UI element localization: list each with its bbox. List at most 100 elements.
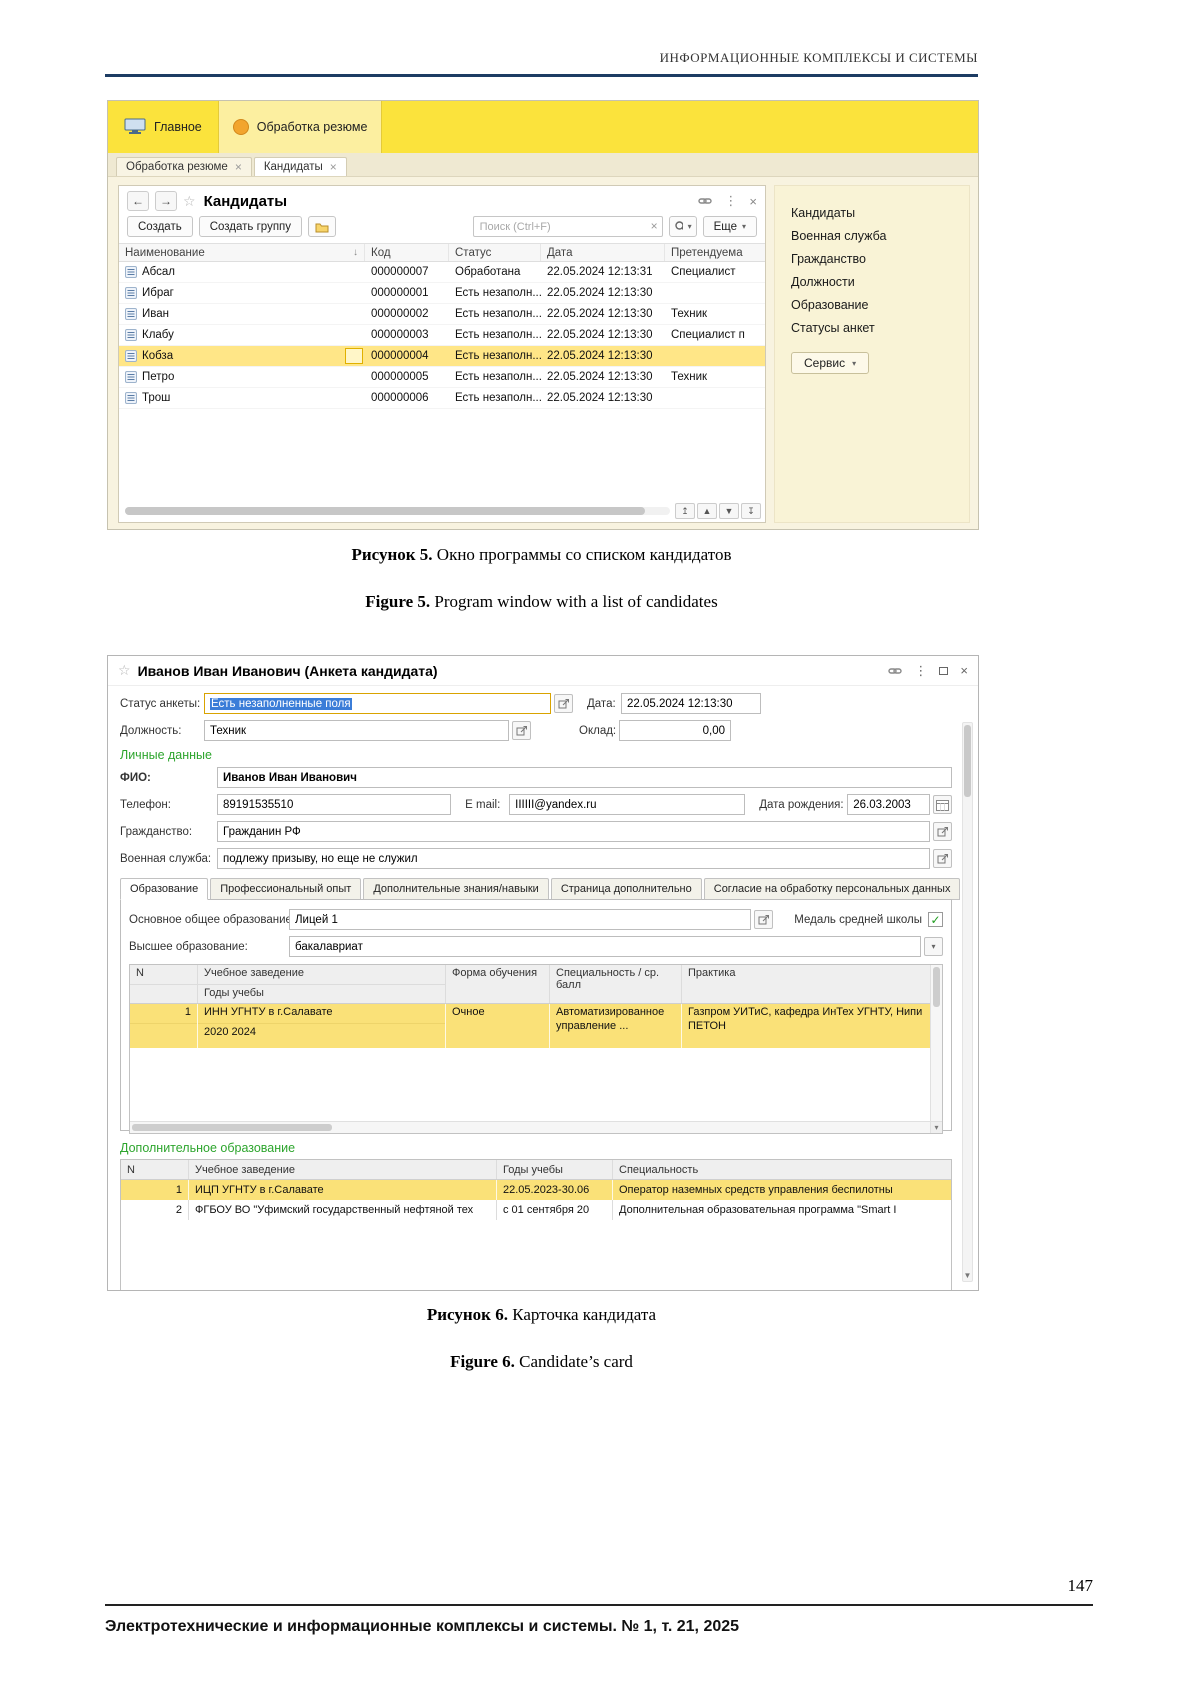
catalog-item-icon bbox=[125, 329, 137, 341]
list-settings-button[interactable] bbox=[308, 216, 336, 237]
favorite-star-icon[interactable]: ☆ bbox=[183, 193, 196, 210]
sidebar-item-education[interactable]: Образование bbox=[775, 298, 969, 312]
go-top-button[interactable]: ↥ bbox=[675, 503, 695, 519]
cell-name-text: Трош bbox=[142, 392, 170, 404]
education-row[interactable]: 1 ИНН УГНТУ в г.Салавате 2020 2024 Очное… bbox=[130, 1004, 930, 1048]
scrollbar-thumb[interactable] bbox=[964, 725, 971, 797]
table-row[interactable]: Трош 000000006 Есть незаполн... 22.05.20… bbox=[119, 388, 765, 409]
service-label: Сервис bbox=[804, 356, 845, 370]
table-header[interactable]: Наименование↓ Код Статус Дата Претендуем… bbox=[119, 243, 765, 262]
sidebar-item-citizenship[interactable]: Гражданство bbox=[775, 252, 969, 266]
position-field[interactable]: Техник bbox=[204, 720, 509, 741]
scroll-corner-icon[interactable]: ▾ bbox=[930, 1121, 942, 1133]
scrollbar-thumb[interactable] bbox=[132, 1124, 332, 1131]
search-input[interactable] bbox=[473, 216, 663, 237]
open-status-button[interactable] bbox=[554, 694, 573, 713]
table-horizontal-scrollbar[interactable] bbox=[130, 1121, 930, 1133]
close-window-icon[interactable]: × bbox=[749, 194, 757, 209]
military-label: Военная служба: bbox=[120, 853, 217, 865]
table-row[interactable]: Абсал 000000007 Обработана 22.05.2024 12… bbox=[119, 262, 765, 283]
sidebar-item-military-service[interactable]: Военная служба bbox=[775, 229, 969, 243]
go-bottom-button[interactable]: ↧ bbox=[741, 503, 761, 519]
military-field[interactable]: подлежу призыву, но еще не служил bbox=[217, 848, 930, 869]
more-button[interactable]: Еще ▾ bbox=[703, 216, 757, 237]
table-row[interactable]: Иван 000000002 Есть незаполн... 22.05.20… bbox=[119, 304, 765, 325]
tab-education[interactable]: Образование bbox=[120, 878, 208, 900]
scrollbar-thumb[interactable] bbox=[125, 507, 645, 515]
tab-resume-processing[interactable]: Обработка резюме × bbox=[116, 157, 252, 176]
table-vertical-scrollbar[interactable] bbox=[930, 965, 942, 1121]
email-field[interactable]: IIIIII@yandex.ru bbox=[509, 794, 745, 815]
figure5-caption-ru: Рисунок 5. Окно программы со списком кан… bbox=[105, 545, 978, 565]
tab-personal-data-consent[interactable]: Согласие на обработку персональных данны… bbox=[704, 878, 961, 900]
status-field[interactable]: Есть незаполненные поля bbox=[204, 693, 551, 714]
open-military-button[interactable] bbox=[933, 849, 952, 868]
tab-professional-experience[interactable]: Профессиональный опыт bbox=[210, 878, 361, 900]
cell-form: Очное bbox=[446, 1004, 550, 1048]
birthdate-field[interactable]: 26.03.2003 bbox=[847, 794, 930, 815]
subsystem-tab-resume-processing[interactable]: Обработка резюме bbox=[219, 101, 383, 153]
table-row[interactable]: Клабу 000000003 Есть незаполн... 22.05.2… bbox=[119, 325, 765, 346]
create-button[interactable]: Создать bbox=[127, 216, 193, 237]
tab-additional-page[interactable]: Страница дополнительно bbox=[551, 878, 702, 900]
go-up-button[interactable]: ▲ bbox=[697, 503, 717, 519]
search-button[interactable]: ▾ bbox=[669, 216, 697, 237]
more-label: Еще bbox=[714, 221, 737, 233]
back-button[interactable]: ← bbox=[127, 191, 149, 211]
medal-label: Медаль средней школы bbox=[794, 914, 922, 926]
date-field[interactable]: 22.05.2024 12:13:30 bbox=[621, 693, 761, 714]
scrollbar-thumb[interactable] bbox=[933, 967, 940, 1007]
citizenship-field[interactable]: Гражданин РФ bbox=[217, 821, 930, 842]
main-menu-item[interactable]: Главное bbox=[108, 101, 219, 153]
close-tab-icon[interactable]: × bbox=[330, 161, 337, 173]
link-icon[interactable] bbox=[888, 664, 902, 678]
horizontal-scrollbar[interactable] bbox=[125, 507, 670, 515]
favorite-star-icon[interactable]: ☆ bbox=[118, 662, 131, 679]
birthdate-label: Дата рождения: bbox=[759, 799, 847, 811]
fio-field[interactable]: Иванов Иван Иванович bbox=[217, 767, 952, 788]
sidebar-item-positions[interactable]: Должности bbox=[775, 275, 969, 289]
medal-checkbox[interactable]: ✓ bbox=[928, 912, 943, 927]
figure5-caption-en: Figure 5. Program window with a list of … bbox=[105, 592, 978, 612]
link-icon[interactable] bbox=[698, 194, 712, 208]
choose-position-button[interactable] bbox=[512, 721, 531, 740]
go-down-button[interactable]: ▼ bbox=[719, 503, 739, 519]
table-row[interactable]: Ибраг 000000001 Есть незаполн... 22.05.2… bbox=[119, 283, 765, 304]
calendar-button[interactable] bbox=[933, 795, 952, 814]
close-tab-icon[interactable]: × bbox=[235, 161, 242, 173]
scroll-down-icon[interactable]: ▼ bbox=[963, 1271, 972, 1280]
more-menu-icon[interactable]: ⋮ bbox=[914, 663, 927, 679]
table-row[interactable]: Петро 000000005 Есть незаполн... 22.05.2… bbox=[119, 367, 765, 388]
education-table-header[interactable]: N Учебное заведение Годы учебы Форма обу… bbox=[130, 965, 930, 1004]
form-vertical-scrollbar[interactable]: ▼ bbox=[962, 722, 973, 1282]
more-menu-icon[interactable]: ⋮ bbox=[724, 193, 737, 209]
table-row-selected[interactable]: Кобза 000000004 Есть незаполн... 22.05.2… bbox=[119, 346, 765, 367]
basic-education-field[interactable]: Лицей 1 bbox=[289, 909, 751, 930]
open-citizenship-button[interactable] bbox=[933, 822, 952, 841]
sidebar-item-candidates[interactable]: Кандидаты bbox=[775, 206, 969, 220]
tab-additional-skills[interactable]: Дополнительные знания/навыки bbox=[363, 878, 549, 900]
restore-window-icon[interactable] bbox=[939, 667, 948, 675]
status-label: Статус анкеты: bbox=[120, 698, 204, 710]
choose-degree-button[interactable]: ▾ bbox=[924, 937, 943, 956]
cell-institution: ИЦП УГНТУ в г.Салавате bbox=[189, 1180, 497, 1200]
additional-education-row[interactable]: 1 ИЦП УГНТУ в г.Салавате 22.05.2023-30.0… bbox=[121, 1180, 951, 1200]
additional-table-header[interactable]: N Учебное заведение Годы учебы Специальн… bbox=[121, 1160, 951, 1180]
service-button[interactable]: Сервис ▾ bbox=[791, 352, 869, 374]
tab-candidates[interactable]: Кандидаты × bbox=[254, 157, 347, 176]
open-school-button[interactable] bbox=[754, 910, 773, 929]
close-window-icon[interactable]: × bbox=[960, 663, 968, 678]
cell-name-text: Абсал bbox=[142, 266, 175, 278]
phone-field[interactable]: 89191535510 bbox=[217, 794, 451, 815]
cell-status: Есть незаполн... bbox=[449, 367, 541, 387]
clear-search-icon[interactable]: × bbox=[651, 219, 658, 233]
tab-label: Кандидаты bbox=[264, 161, 323, 173]
create-group-button[interactable]: Создать группу bbox=[199, 216, 302, 237]
additional-education-row[interactable]: 2 ФГБОУ ВО "Уфимский государственный неф… bbox=[121, 1200, 951, 1220]
salary-field[interactable]: 0,00 bbox=[619, 720, 731, 741]
sidebar-item-statuses[interactable]: Статусы анкет bbox=[775, 321, 969, 335]
higher-education-field[interactable]: бакалавриат bbox=[289, 936, 921, 957]
column-date: Дата bbox=[541, 244, 665, 261]
forward-button[interactable]: → bbox=[155, 191, 177, 211]
journal-header: ИНФОРМАЦИОННЫЕ КОМПЛЕКСЫ И СИСТЕМЫ bbox=[105, 50, 978, 66]
